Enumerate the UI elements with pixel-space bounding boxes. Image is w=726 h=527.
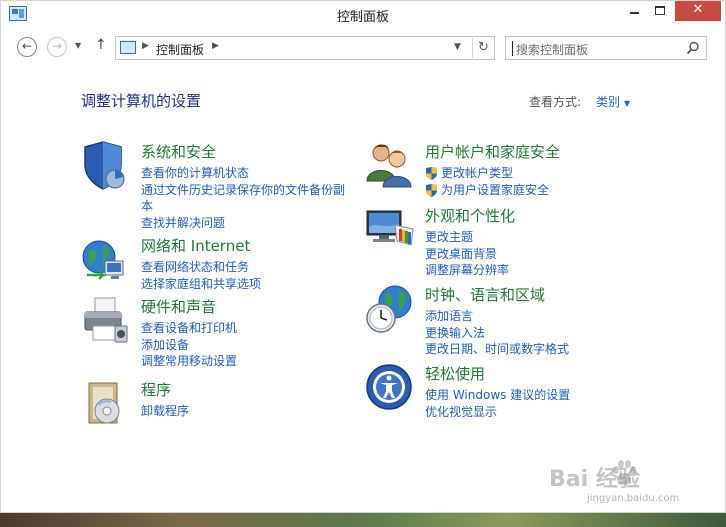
shield-icon[interactable]	[81, 141, 131, 191]
maximize-icon	[655, 6, 665, 15]
breadcrumb-control-panel[interactable]: 控制面板	[156, 41, 204, 58]
up-button[interactable]: ↑	[95, 37, 107, 53]
page-title: 调整计算机的设置	[81, 92, 202, 110]
link-label: 更改帐户类型	[441, 166, 514, 180]
close-button[interactable]: ✕	[675, 1, 721, 21]
link-change-theme[interactable]: 更改主题	[425, 229, 509, 246]
forward-button[interactable]: →	[47, 37, 67, 57]
breadcrumb-separator-icon[interactable]: ▶	[142, 41, 149, 51]
link-file-history-backup-cont[interactable]: 本	[141, 198, 345, 215]
chevron-down-icon: ▼	[75, 41, 82, 50]
ease-of-access-icon[interactable]	[365, 363, 415, 413]
link-troubleshoot[interactable]: 查找并解决问题	[141, 215, 345, 232]
view-by-label: 查看方式:	[529, 95, 582, 109]
programs-icon[interactable]	[81, 379, 131, 429]
uac-shield-icon	[426, 183, 437, 197]
link-change-input-method[interactable]: 更换输入法	[425, 325, 569, 342]
baidu-paw-icon	[613, 460, 636, 485]
link-recommended-settings[interactable]: 使用 Windows 建议的设置	[425, 387, 570, 404]
up-arrow-icon: ↑	[95, 37, 107, 53]
main-content: 调整计算机的设置 查看方式: 类别 ▼ 系统和安全 查看你的计算机状态 通过文件历…	[1, 67, 725, 514]
close-icon: ✕	[692, 2, 704, 17]
desktop-background-strip	[0, 513, 726, 527]
link-add-device[interactable]: 添加设备	[141, 337, 237, 354]
window-title: 控制面板	[336, 10, 389, 25]
link-homegroup-sharing[interactable]: 选择家庭组和共享选项	[141, 276, 261, 293]
link-desktop-background[interactable]: 更改桌面背景	[425, 246, 509, 263]
category-title[interactable]: 程序	[141, 379, 171, 400]
link-add-language[interactable]: 添加语言	[425, 308, 569, 325]
link-family-safety[interactable]: 为用户设置家庭安全	[425, 182, 549, 199]
forward-arrow-icon: →	[51, 39, 63, 53]
back-arrow-icon: ←	[21, 39, 33, 53]
baidu-jingyan-watermark: Bai 经验 jingyan.baidu.com	[549, 459, 709, 515]
minimize-icon	[629, 12, 639, 14]
breadcrumb-separator-icon[interactable]: ▶	[212, 41, 219, 51]
link-network-status[interactable]: 查看网络状态和任务	[141, 259, 261, 276]
address-dropdown-icon[interactable]: ▼	[454, 42, 461, 52]
view-by-dropdown[interactable]: 类别 ▼	[596, 93, 630, 110]
network-globe-icon[interactable]	[81, 235, 131, 285]
control-panel-location-icon	[120, 41, 136, 54]
refresh-icon: ↻	[478, 40, 489, 55]
title-bar[interactable]: 控制面板 ✕	[1, 1, 725, 27]
search-icon[interactable]	[686, 41, 700, 55]
category-title[interactable]: 网络和 Internet	[141, 235, 250, 256]
monitor-palette-icon[interactable]	[365, 205, 415, 255]
category-title[interactable]: 时钟、语言和区域	[425, 284, 545, 305]
view-by-value: 类别	[596, 95, 621, 109]
category-title[interactable]: 用户帐户和家庭安全	[425, 141, 560, 162]
category-title[interactable]: 轻松使用	[425, 363, 485, 384]
printer-icon[interactable]	[81, 296, 131, 346]
link-uninstall-program[interactable]: 卸载程序	[141, 403, 189, 420]
chevron-down-icon: ▼	[624, 99, 631, 108]
link-optimize-visual-display[interactable]: 优化视觉显示	[425, 404, 570, 421]
recent-locations-dropdown[interactable]: ▼	[75, 41, 81, 50]
link-date-time-format[interactable]: 更改日期、时间或数字格式	[425, 341, 569, 358]
uac-shield-icon	[426, 167, 437, 180]
link-file-history-backup[interactable]: 通过文件历史记录保存你的文件备份副	[141, 182, 345, 199]
address-bar[interactable]: ▶ 控制面板 ▶ ▼ ↻	[115, 36, 495, 60]
search-placeholder: 搜索控制面板	[516, 43, 589, 57]
minimize-button[interactable]	[621, 1, 647, 21]
category-title[interactable]: 外观和个性化	[425, 205, 515, 226]
back-button[interactable]: ←	[17, 37, 37, 57]
text-cursor	[512, 41, 513, 56]
navigation-bar: ← → ▼ ↑ ▶ 控制面板 ▶ ▼ ↻ 搜索控制面板	[1, 31, 725, 63]
link-mobility-settings[interactable]: 调整常用移动设置	[141, 353, 237, 370]
search-input[interactable]: 搜索控制面板	[505, 36, 707, 60]
link-screen-resolution[interactable]: 调整屏幕分辨率	[425, 262, 509, 279]
category-title[interactable]: 系统和安全	[141, 141, 216, 162]
link-view-computer-status[interactable]: 查看你的计算机状态	[141, 165, 345, 182]
users-icon[interactable]	[365, 141, 415, 191]
clock-globe-icon[interactable]	[365, 284, 415, 334]
watermark-url: jingyan.baidu.com	[587, 493, 680, 504]
link-label: 为用户设置家庭安全	[441, 182, 550, 197]
refresh-button[interactable]: ↻	[472, 38, 494, 58]
link-change-account-type[interactable]: 更改帐户类型	[425, 165, 549, 182]
link-devices-printers[interactable]: 查看设备和打印机	[141, 320, 237, 337]
maximize-button[interactable]	[647, 1, 673, 21]
control-panel-window: 控制面板 ✕ ← → ▼ ↑ ▶ 控制面板 ▶ ▼ ↻ 搜索控制面板 调整计算机…	[0, 0, 726, 513]
category-title[interactable]: 硬件和声音	[141, 296, 216, 317]
